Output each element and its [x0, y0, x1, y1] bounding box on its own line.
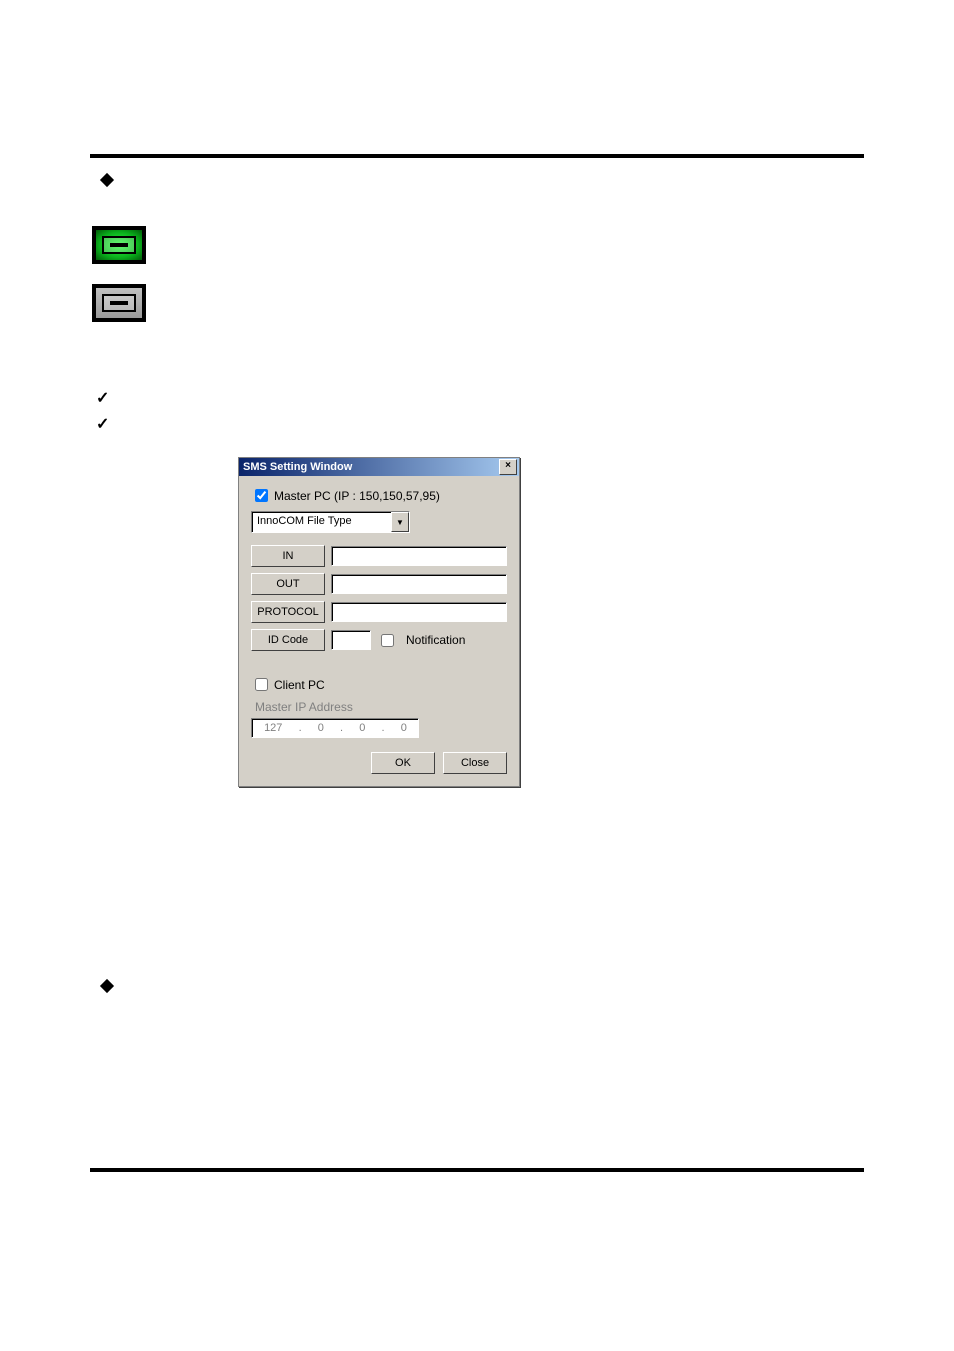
check-icon: ✓ — [96, 388, 109, 408]
hr-bottom — [90, 1168, 864, 1172]
master-pc-checkbox[interactable] — [255, 489, 268, 502]
chevron-down-icon: ▼ — [391, 512, 409, 532]
notification-checkbox[interactable] — [381, 634, 394, 647]
sms-icon-active — [92, 226, 146, 264]
in-button[interactable]: IN — [251, 545, 325, 567]
close-icon[interactable]: × — [499, 459, 517, 475]
ip-octet: 127 — [264, 722, 282, 735]
out-button[interactable]: OUT — [251, 573, 325, 595]
ok-button[interactable]: OK — [371, 752, 435, 774]
master-ip-label: Master IP Address — [255, 700, 507, 714]
check-icon: ✓ — [96, 414, 109, 434]
ip-octet: 0 — [401, 722, 407, 735]
master-pc-row: Master PC (IP : 150,150,57,95) — [251, 486, 507, 505]
file-type-dropdown[interactable]: InnoCOM File Type ▼ — [251, 511, 410, 533]
titlebar: SMS Setting Window × — [239, 458, 519, 476]
diamond-bullet — [100, 979, 114, 993]
in-input[interactable] — [331, 546, 507, 566]
idcode-input[interactable] — [331, 630, 371, 650]
client-pc-checkbox[interactable] — [255, 678, 268, 691]
ip-octet: 0 — [318, 722, 324, 735]
close-button[interactable]: Close — [443, 752, 507, 774]
sms-setting-dialog: SMS Setting Window × Master PC (IP : 150… — [238, 457, 520, 787]
notification-label: Notification — [406, 633, 465, 647]
diamond-bullet — [100, 173, 114, 187]
protocol-input[interactable] — [331, 602, 507, 622]
sms-icon-inactive — [92, 284, 146, 322]
ip-octet: 0 — [359, 722, 365, 735]
hr-top — [90, 154, 864, 158]
client-pc-row: Client PC — [251, 675, 507, 694]
out-input[interactable] — [331, 574, 507, 594]
protocol-button[interactable]: PROTOCOL — [251, 601, 325, 623]
idcode-button[interactable]: ID Code — [251, 629, 325, 651]
client-pc-label: Client PC — [274, 678, 325, 692]
file-type-selected: InnoCOM File Type — [252, 512, 391, 532]
master-ip-input[interactable]: 127. 0. 0. 0 — [251, 718, 419, 738]
master-pc-label: Master PC (IP : 150,150,57,95) — [274, 489, 440, 503]
dialog-title: SMS Setting Window — [243, 461, 352, 473]
